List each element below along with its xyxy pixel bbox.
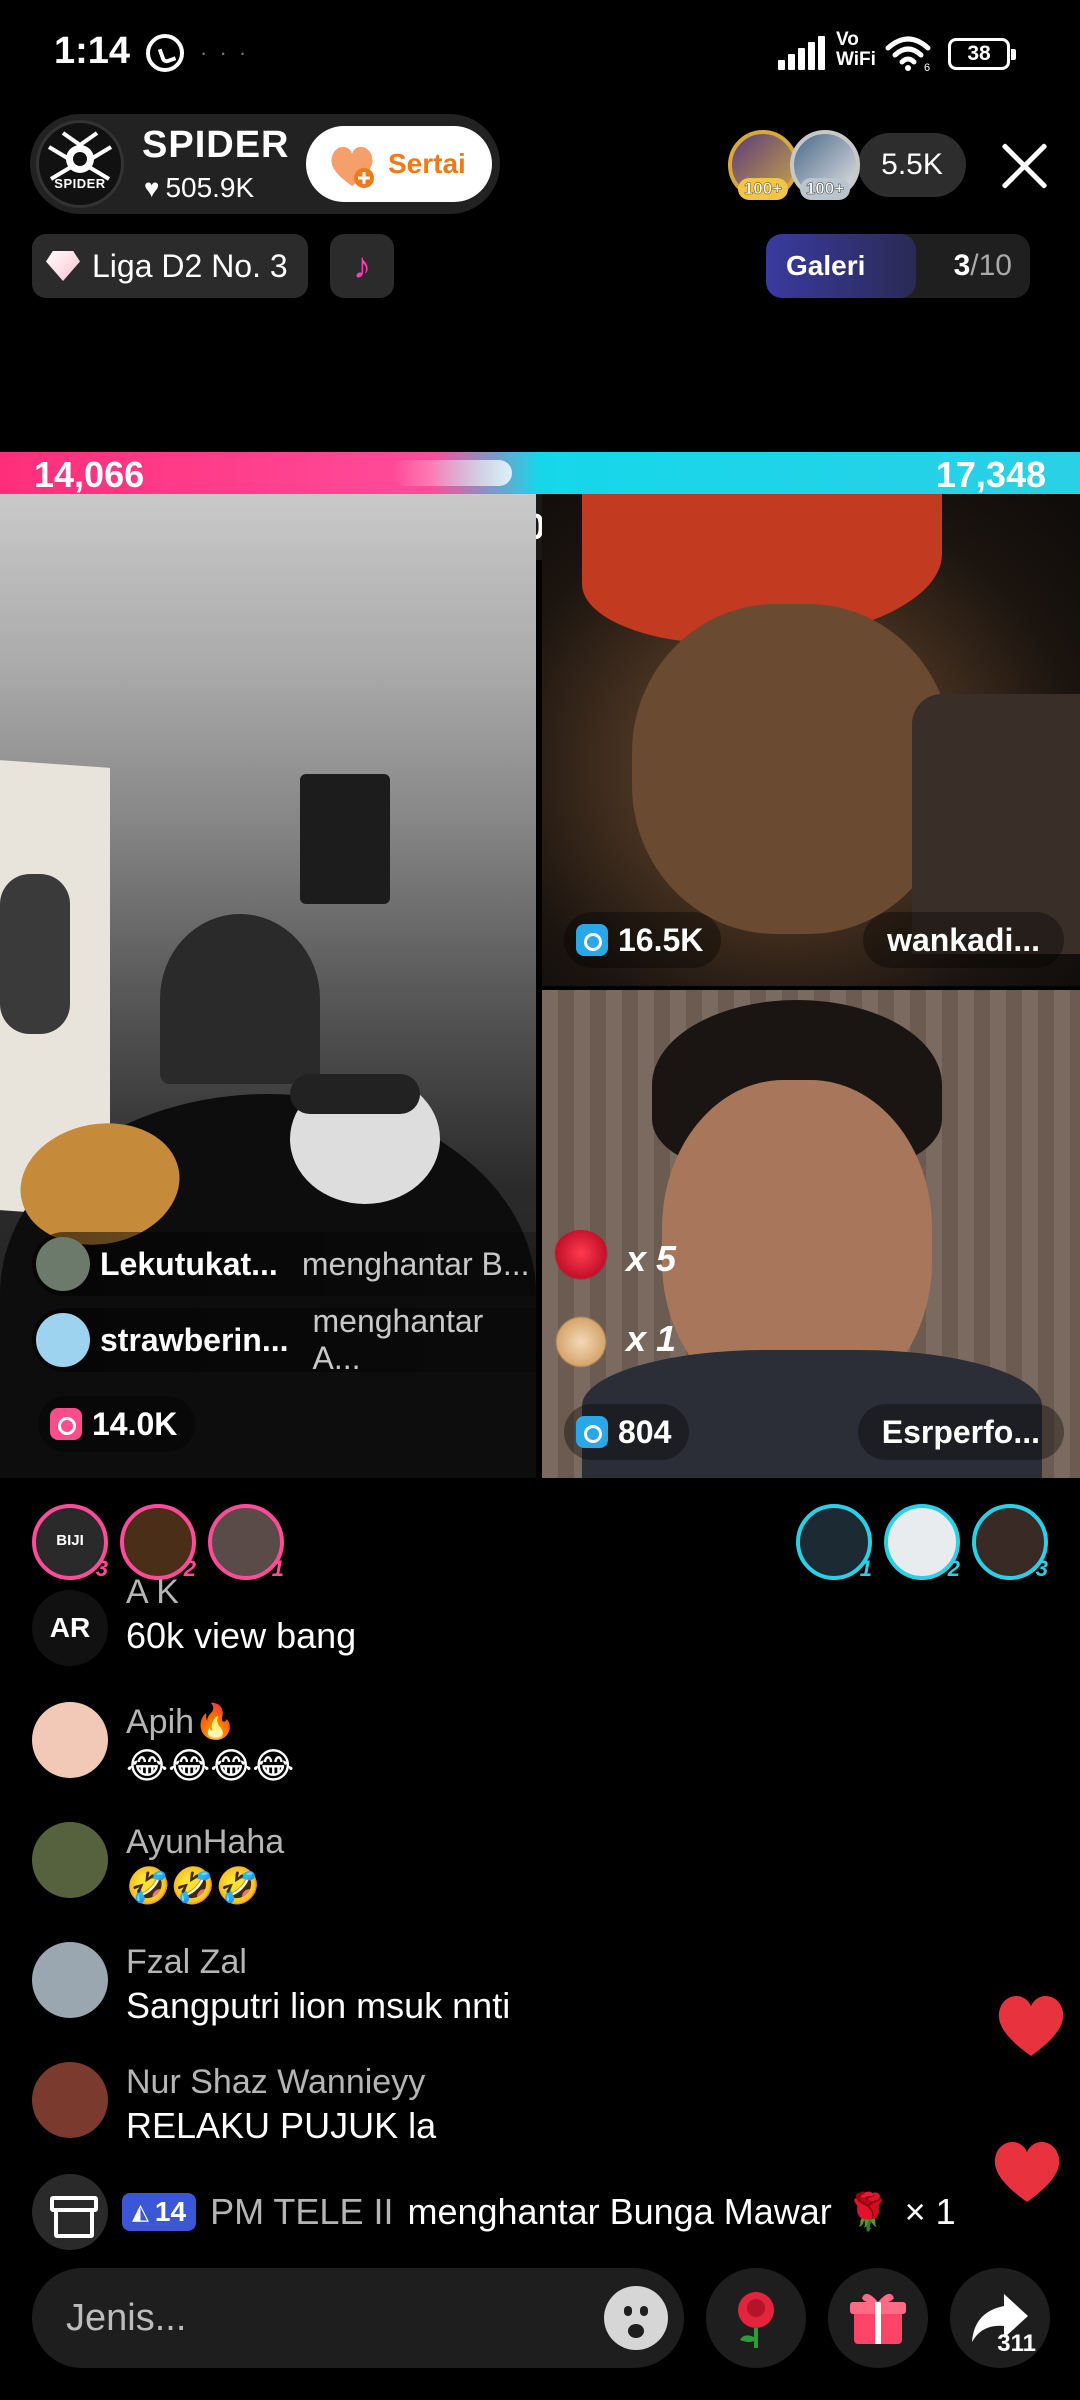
gift-notice: Lekutukat... menghantar B...: [32, 1232, 538, 1296]
guest-stream-video[interactable]: 16.5K wankadi...: [542, 494, 1080, 986]
right-team-score: 17,348: [935, 454, 1046, 495]
chat-text: 🤣🤣🤣: [126, 1865, 261, 1906]
heart-icon: ♥: [144, 172, 160, 203]
host-info[interactable]: SPIDER SPIDER ♥ 505.9K Sertai: [30, 114, 500, 214]
gift-icon: [576, 924, 608, 956]
vowifi-label: Vo WiFi: [836, 29, 876, 70]
status-bar: 1:14 · · · Vo WiFi 6 38: [0, 0, 1080, 108]
chat-text: 😂😂😂😂: [126, 1745, 295, 1786]
follow-label: Sertai: [388, 148, 466, 179]
gift-sender-avatar: [36, 1313, 90, 1367]
share-button[interactable]: 311: [950, 2268, 1050, 2368]
diamond-icon: [46, 251, 80, 281]
user-level-badge: ◭ 14: [122, 2193, 197, 2231]
emoji-icon[interactable]: [604, 2286, 668, 2350]
guest-name[interactable]: Esrperfo...: [857, 1404, 1064, 1460]
host-likes: ♥ 505.9K: [144, 172, 255, 203]
gift-combo: x 1: [552, 1310, 676, 1368]
gallery-label: Galeri: [766, 234, 916, 298]
guest-like-counter: 804: [564, 1404, 690, 1460]
gift-notice: strawberin... menghantar A...: [32, 1303, 538, 1376]
battery-indicator: 38: [948, 38, 1016, 70]
battle-score-bar: 14,066 17,348: [0, 452, 1080, 495]
chat-message[interactable]: Apih🔥 😂😂😂😂: [32, 1702, 294, 1788]
chat-avatar[interactable]: [32, 1822, 108, 1898]
chat-username: AyunHaha: [126, 1823, 285, 1861]
signal-icon: [778, 36, 826, 70]
right-top-gifters: 1 2 3: [796, 1504, 1048, 1581]
gallery-button[interactable]: Galeri 3/10: [766, 234, 1030, 298]
comment-placeholder: Jenis...: [66, 2296, 187, 2339]
chat-message[interactable]: AyunHaha 🤣🤣🤣: [32, 1822, 284, 1908]
gift-icon: [576, 1416, 608, 1448]
guest-like-counter: 16.5K: [564, 912, 722, 968]
gift-sender: PM TELE II: [210, 2191, 394, 2232]
gift-combo: x 5: [552, 1230, 676, 1288]
cat-icon: [552, 1310, 610, 1368]
gift-system-message: ◭ 14 PM TELE II menghantar Bunga Mawar 🌹 …: [32, 2174, 956, 2250]
viewer-count[interactable]: 5.5K: [858, 133, 966, 197]
gifter-avatar[interactable]: BIJI 3: [32, 1504, 108, 1581]
close-icon[interactable]: [998, 140, 1050, 192]
rose-gift-button[interactable]: [706, 2268, 806, 2368]
chat-message[interactable]: AR A K 60k view bang: [32, 1573, 357, 1666]
chat-username: Fzal Zal: [126, 1943, 247, 1981]
music-note-icon[interactable]: ♪: [330, 234, 394, 298]
chat-text: Sangputri lion msuk nnti: [126, 1985, 511, 2026]
host-avatar[interactable]: SPIDER: [36, 120, 124, 208]
gifter-avatar[interactable]: 1: [208, 1504, 284, 1581]
rose-icon: [552, 1230, 610, 1288]
chat-avatar[interactable]: [32, 2062, 108, 2138]
gift-button[interactable]: [828, 2268, 928, 2368]
svg-text:6: 6: [924, 62, 930, 72]
score-streak: [392, 460, 512, 486]
chat-avatar[interactable]: AR: [32, 1590, 108, 1666]
floating-heart-icon: [998, 1995, 1064, 2056]
host-logo-text: SPIDER: [54, 176, 106, 191]
chat-text: 60k view bang: [126, 1615, 357, 1656]
floating-heart-icon: [994, 2141, 1060, 2202]
gift-quantity: × 1: [904, 2191, 956, 2232]
host-name: SPIDER: [142, 124, 290, 166]
viewer-badge: 100+: [738, 178, 788, 200]
follow-heart-icon: [326, 142, 378, 188]
rose-icon: [738, 2292, 774, 2348]
rose-icon: 🌹: [845, 2191, 891, 2232]
chat-message[interactable]: Nur Shaz Wannieyy RELAKU PUJUK la: [32, 2062, 436, 2148]
gifter-avatar[interactable]: 3: [972, 1504, 1048, 1581]
gift-box-icon[interactable]: [32, 2174, 108, 2250]
clock: 1:14: [54, 30, 131, 72]
gift-sender-avatar: [36, 1237, 90, 1291]
viewer-avatar[interactable]: 100+: [790, 130, 860, 200]
left-team-score: 14,066: [34, 454, 145, 495]
chat-username: Nur Shaz Wannieyy: [126, 2063, 426, 2101]
chat-username: A K: [126, 1573, 179, 1611]
gift-icon: [50, 1408, 82, 1440]
share-count: 311: [997, 2330, 1036, 2357]
viewer-avatar[interactable]: 100+: [728, 130, 798, 200]
gallery-count: 3/10: [953, 249, 1012, 282]
left-top-gifters: BIJI 3 2 1: [32, 1504, 284, 1581]
gifter-avatar[interactable]: 2: [884, 1504, 960, 1581]
guest-name[interactable]: wankadi...: [863, 912, 1064, 968]
chat-text: RELAKU PUJUK la: [126, 2105, 437, 2146]
main-like-counter: 14.0K: [38, 1396, 196, 1452]
gift-box-icon: [850, 2293, 906, 2344]
gifter-avatar[interactable]: 2: [120, 1504, 196, 1581]
gift-message-text: menghantar Bunga Mawar: [407, 2191, 832, 2232]
viewer-badge: 100+: [800, 178, 850, 200]
chat-avatar[interactable]: [32, 1702, 108, 1778]
more-notifications-icon: · · ·: [200, 40, 250, 65]
top-viewers[interactable]: 100+ 100+ 5.5K: [728, 130, 966, 200]
follow-button[interactable]: Sertai: [306, 126, 492, 202]
chat-message[interactable]: Fzal Zal Sangputri lion msuk nnti: [32, 1942, 510, 2028]
wifi-icon: 6: [885, 36, 931, 72]
chat-username: Apih🔥: [126, 1703, 237, 1741]
league-rank-label: Liga D2 No. 3: [92, 247, 288, 284]
league-rank[interactable]: Liga D2 No. 3: [32, 234, 308, 298]
comment-input[interactable]: Jenis...: [32, 2268, 684, 2368]
gifter-avatar[interactable]: 1: [796, 1504, 872, 1581]
chat-avatar[interactable]: [32, 1942, 108, 2018]
whatsapp-notification-icon: [146, 34, 184, 72]
